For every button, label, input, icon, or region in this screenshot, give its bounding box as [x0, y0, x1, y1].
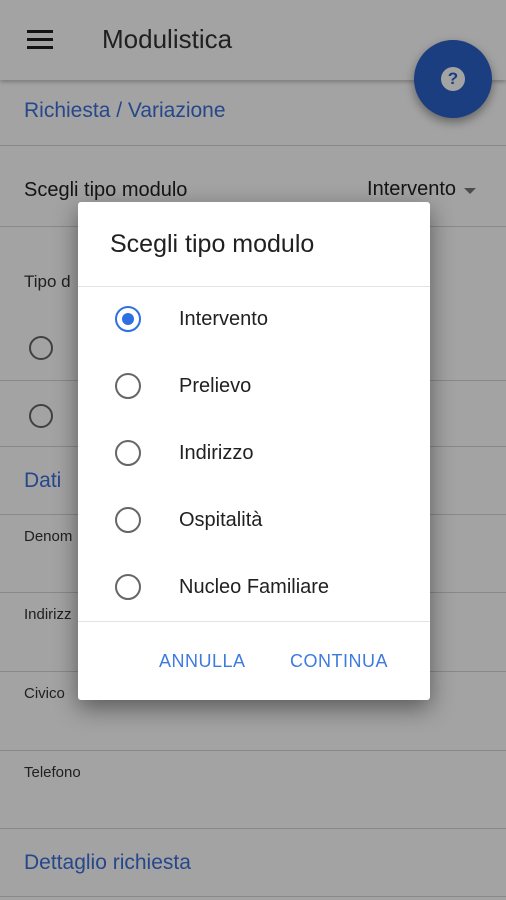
radio-unchecked-icon[interactable]	[115, 574, 141, 600]
radio-unchecked-icon[interactable]	[115, 373, 141, 399]
module-type-dialog: Scegli tipo modulo Intervento Prelievo I…	[78, 202, 430, 700]
option-label: Intervento	[179, 308, 268, 330]
option-nucleo-familiare[interactable]: Nucleo Familiare	[78, 554, 430, 621]
dialog-title: Scegli tipo modulo	[110, 230, 315, 258]
option-label: Indirizzo	[179, 442, 254, 464]
radio-unchecked-icon[interactable]	[115, 507, 141, 533]
continue-button[interactable]: CONTINUA	[290, 651, 388, 672]
option-indirizzo[interactable]: Indirizzo	[78, 420, 430, 487]
radio-checked-icon[interactable]	[115, 306, 141, 332]
option-label: Prelievo	[179, 375, 252, 397]
cancel-button[interactable]: ANNULLA	[159, 651, 246, 672]
dialog-divider	[78, 621, 430, 622]
option-label: Nucleo Familiare	[179, 576, 330, 598]
radio-unchecked-icon[interactable]	[115, 440, 141, 466]
option-prelievo[interactable]: Prelievo	[78, 353, 430, 420]
option-ospitalita[interactable]: Ospitalità	[78, 487, 430, 554]
option-label: Ospitalità	[179, 509, 263, 531]
option-intervento[interactable]: Intervento	[78, 286, 430, 353]
